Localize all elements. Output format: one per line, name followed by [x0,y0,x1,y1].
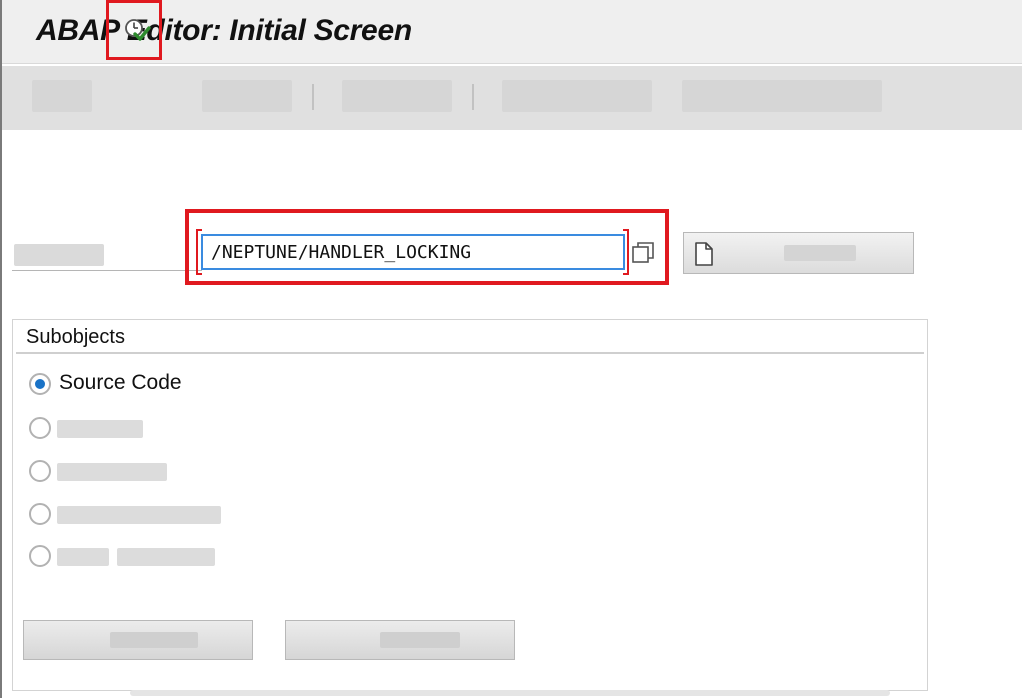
subobjects-group: Subobjects Source Code [12,319,928,691]
radio-button-selected[interactable] [29,373,51,395]
display-button[interactable] [23,620,253,660]
toolbar-separator [312,84,314,110]
program-label-blurred [14,244,104,266]
radio-option-4[interactable] [29,500,239,526]
copy-icon [632,242,654,263]
change-button-label-blurred [380,632,460,648]
toolbar-blurred-button [342,80,452,112]
radio-button[interactable] [29,503,51,525]
toolbar-blurred-button [682,80,882,112]
program-name-input[interactable] [201,234,625,270]
display-button-label-blurred [110,632,198,648]
radio-button[interactable] [29,460,51,482]
radio-option-2[interactable] [29,414,169,440]
clock-check-icon [125,19,151,41]
create-button[interactable] [683,232,914,274]
radio-label: Source Code [59,371,182,394]
radio-label-blurred [57,463,167,481]
create-button-label-blurred [784,245,856,261]
toolbar-blurred-button [502,80,652,112]
radio-label-blurred [57,506,221,524]
radio-button[interactable] [29,545,51,567]
execute-button[interactable] [106,0,162,60]
page-title: ABAP Editor: Initial Screen [36,14,412,47]
toolbar-blurred-button [32,80,92,112]
change-button[interactable] [285,620,515,660]
document-icon [695,242,713,266]
toolbar-blurred-button [202,80,292,112]
radio-option-3[interactable] [29,457,189,483]
radio-label-blurred [57,548,109,566]
program-label-underline [12,270,202,271]
radio-label-blurred [57,420,143,438]
radio-label-blurred [117,548,215,566]
radio-button[interactable] [29,417,51,439]
status-bar-blurred [130,690,890,696]
toolbar-separator [472,84,474,110]
radio-option-5[interactable] [29,542,239,568]
application-toolbar [2,66,1022,130]
radio-source-code[interactable]: Source Code [29,370,229,396]
subobjects-title: Subobjects [26,326,125,348]
copy-button[interactable] [631,240,657,266]
subobjects-divider [16,352,924,354]
